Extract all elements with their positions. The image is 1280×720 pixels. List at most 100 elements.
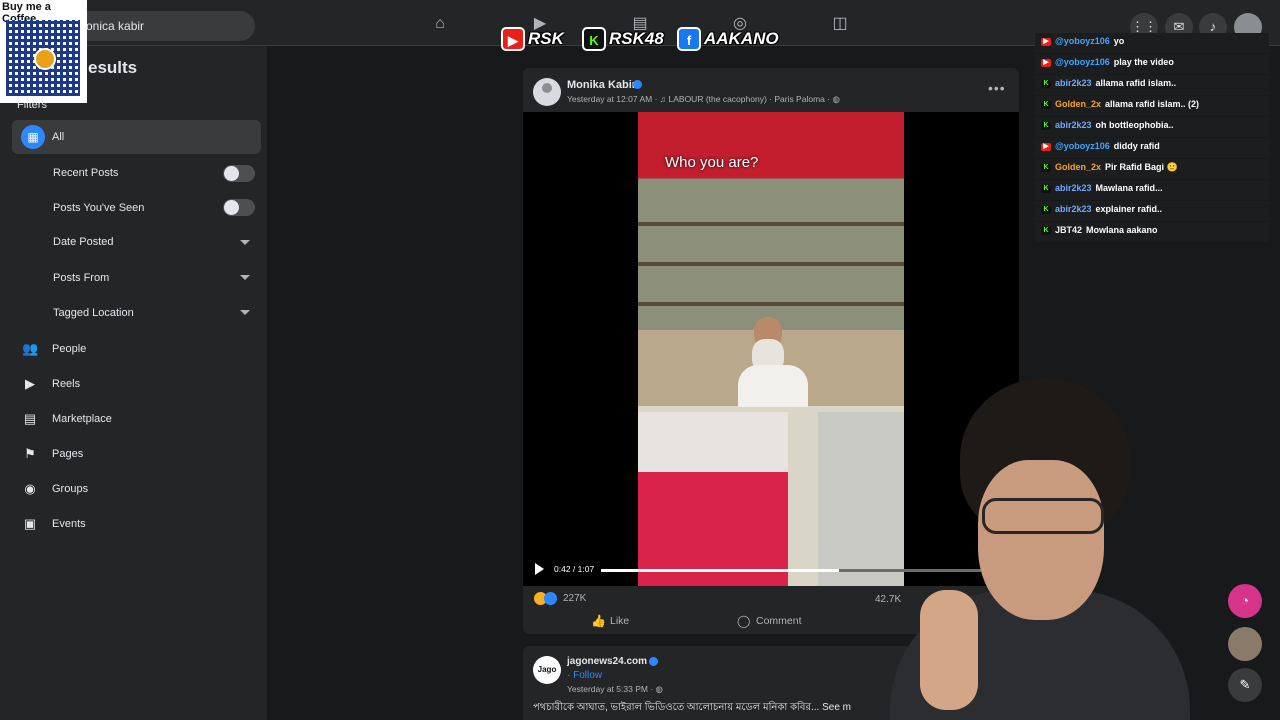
chat-text: yo [1113, 36, 1125, 46]
home-icon[interactable]: ⌂ [430, 14, 450, 34]
gaming-icon[interactable]: ◫ [830, 14, 850, 34]
all-results-icon: ▦ [21, 125, 45, 149]
search-input[interactable]: onica kabir [60, 11, 255, 41]
donation-qr-overlay: Buy me a Coffee [0, 0, 87, 103]
posts-from-dropdown[interactable]: Posts From [53, 272, 109, 284]
chat-username: @yoboyz106 [1055, 36, 1110, 46]
more-options-icon[interactable]: ••• [988, 80, 1006, 96]
filter-all[interactable]: ▦ All [12, 120, 261, 154]
chevron-down-icon[interactable] [240, 240, 250, 245]
video-caption: Who you are? [665, 154, 759, 171]
recent-posts-label: Recent Posts [53, 167, 119, 179]
youtube-channel-tag: ▶ RSK [501, 27, 564, 51]
date-posted-dropdown[interactable]: Date Posted [53, 236, 114, 248]
post-meta: Yesterday at 5:33 PM · ◍ [567, 684, 663, 695]
follow-button[interactable]: · Follow [567, 670, 602, 681]
chevron-down-icon[interactable] [240, 310, 250, 315]
chat-username: JBT42 [1055, 225, 1083, 235]
youtube-icon: ▶ [1041, 142, 1051, 151]
youtube-icon: ▶ [501, 27, 525, 51]
like-button[interactable]: 👍 Like [591, 614, 629, 628]
video-subject [738, 317, 808, 407]
chevron-down-icon[interactable] [240, 275, 250, 280]
search-value: onica kabir [86, 19, 145, 33]
globe-icon: ◍ [655, 684, 663, 694]
chat-message: ▶ @yoboyz106 play the video [1035, 54, 1269, 75]
chat-message: Kabir2k23 explainer rafid.. [1035, 201, 1269, 222]
video-frame: Who you are? [638, 112, 904, 586]
recent-posts-toggle[interactable] [223, 165, 255, 182]
qr-code [6, 20, 80, 96]
chat-message: K Golden_2x Pir Rafid Bagi 🙂 [1035, 159, 1269, 180]
sidebar-item-reels[interactable]: ▶ Reels [22, 375, 222, 395]
chat-message: Kabir2k23 Mawlana rafid... [1035, 180, 1269, 201]
sidebar-item-people[interactable]: 👥 People [22, 340, 222, 360]
play-icon[interactable] [535, 563, 544, 575]
chat-message: Kabir2k23 oh bottleophobia.. [1035, 117, 1269, 138]
comment-button[interactable]: ◯ Comment [737, 614, 802, 628]
people-icon: 👥 [22, 341, 39, 356]
posts-seen-toggle[interactable] [223, 199, 255, 216]
reels-icon: ▶ [25, 376, 35, 391]
groups-icon: ◉ [24, 481, 36, 496]
chat-username: Golden_2x [1055, 99, 1102, 109]
reactions-summary[interactable]: 227K [534, 592, 586, 605]
sidebar-item-pages[interactable]: ⚑ Pages [22, 445, 222, 465]
chat-username: abir2k23 [1055, 78, 1092, 88]
sidebar-item-marketplace[interactable]: ▤ Marketplace [22, 410, 222, 430]
post-author[interactable]: jagonews24.com [567, 656, 647, 667]
chat-username: @yoboyz106 [1055, 141, 1110, 151]
youtube-icon: ▶ [1041, 58, 1051, 67]
thumbs-up-icon: 👍 [591, 614, 606, 628]
kick-icon: K [1041, 205, 1051, 214]
like-reaction-icon [544, 592, 557, 605]
kick-icon: K [1041, 226, 1051, 235]
contact-avatar[interactable] [1228, 627, 1262, 661]
sidebar-item-label: Events [52, 518, 86, 530]
channel-name: RSK48 [609, 29, 664, 48]
kick-icon: K [1041, 100, 1051, 109]
reactions-count: 227K [563, 593, 587, 604]
streamer-webcam [890, 370, 1190, 720]
author-avatar[interactable] [533, 78, 561, 106]
sidebar-item-label: Marketplace [52, 413, 112, 425]
chat-message: ▶ @yoboyz106 diddy rafid [1035, 138, 1269, 159]
chat-text: play the video [1113, 57, 1174, 67]
sidebar-item-groups[interactable]: ◉ Groups [22, 480, 222, 500]
pages-flag-icon: ⚑ [24, 446, 36, 461]
stream-chat-overlay: ▶ @yoboyz106 yo ▶ @yoboyz106 play the video Ka… [1035, 33, 1269, 243]
chat-username: Golden_2x [1055, 162, 1102, 172]
meta-ai-icon[interactable]: ◔ [1228, 584, 1262, 618]
comment-label: Comment [756, 614, 802, 627]
video-time: 0:42 / 1:07 [554, 564, 595, 574]
filter-all-label: All [52, 131, 65, 143]
youtube-icon: ▶ [1041, 37, 1051, 46]
post-text[interactable]: পথচারীকে আঘাত, ভাইরাল ভিডিওতে আলোচনায় ম… [533, 700, 863, 717]
chat-text: allama rafid islam.. (2) [1105, 99, 1200, 109]
page-title: esults [88, 58, 138, 77]
new-message-icon[interactable]: ✎ [1228, 668, 1262, 702]
post-author[interactable]: Monika Kabir [567, 79, 636, 91]
channel-name: RSK [528, 29, 564, 48]
globe-icon: ◍ [832, 94, 840, 104]
jagonews-logo[interactable]: Jago [533, 656, 561, 684]
search-filters-sidebar: esults Filters ▦ All Recent Posts Posts … [0, 46, 267, 720]
post-meta-text: Yesterday at 12:07 AM · ♫ LABOUR (the ca… [567, 94, 833, 104]
kick-icon: K [582, 27, 606, 51]
sidebar-item-label: Pages [52, 448, 84, 460]
post-meta: Yesterday at 12:07 AM · ♫ LABOUR (the ca… [567, 94, 840, 105]
chat-text: Mowlana aakano [1086, 225, 1158, 235]
sidebar-item-label: People [52, 343, 87, 355]
chat-username: abir2k23 [1055, 204, 1092, 214]
like-label: Like [610, 614, 630, 627]
events-icon: ▣ [23, 516, 37, 531]
tagged-location-dropdown[interactable]: Tagged Location [53, 307, 134, 319]
chat-username: abir2k23 [1055, 120, 1092, 130]
facebook-channel-tag: f AAKANO [677, 27, 779, 51]
chat-message: ▶ @yoboyz106 yo [1035, 33, 1269, 54]
sidebar-item-events[interactable]: ▣ Events [22, 515, 222, 535]
video-progress-fill [601, 569, 840, 572]
kick-icon: K [1041, 79, 1051, 88]
comment-icon: ◯ [737, 614, 751, 628]
chat-username: abir2k23 [1055, 183, 1092, 193]
